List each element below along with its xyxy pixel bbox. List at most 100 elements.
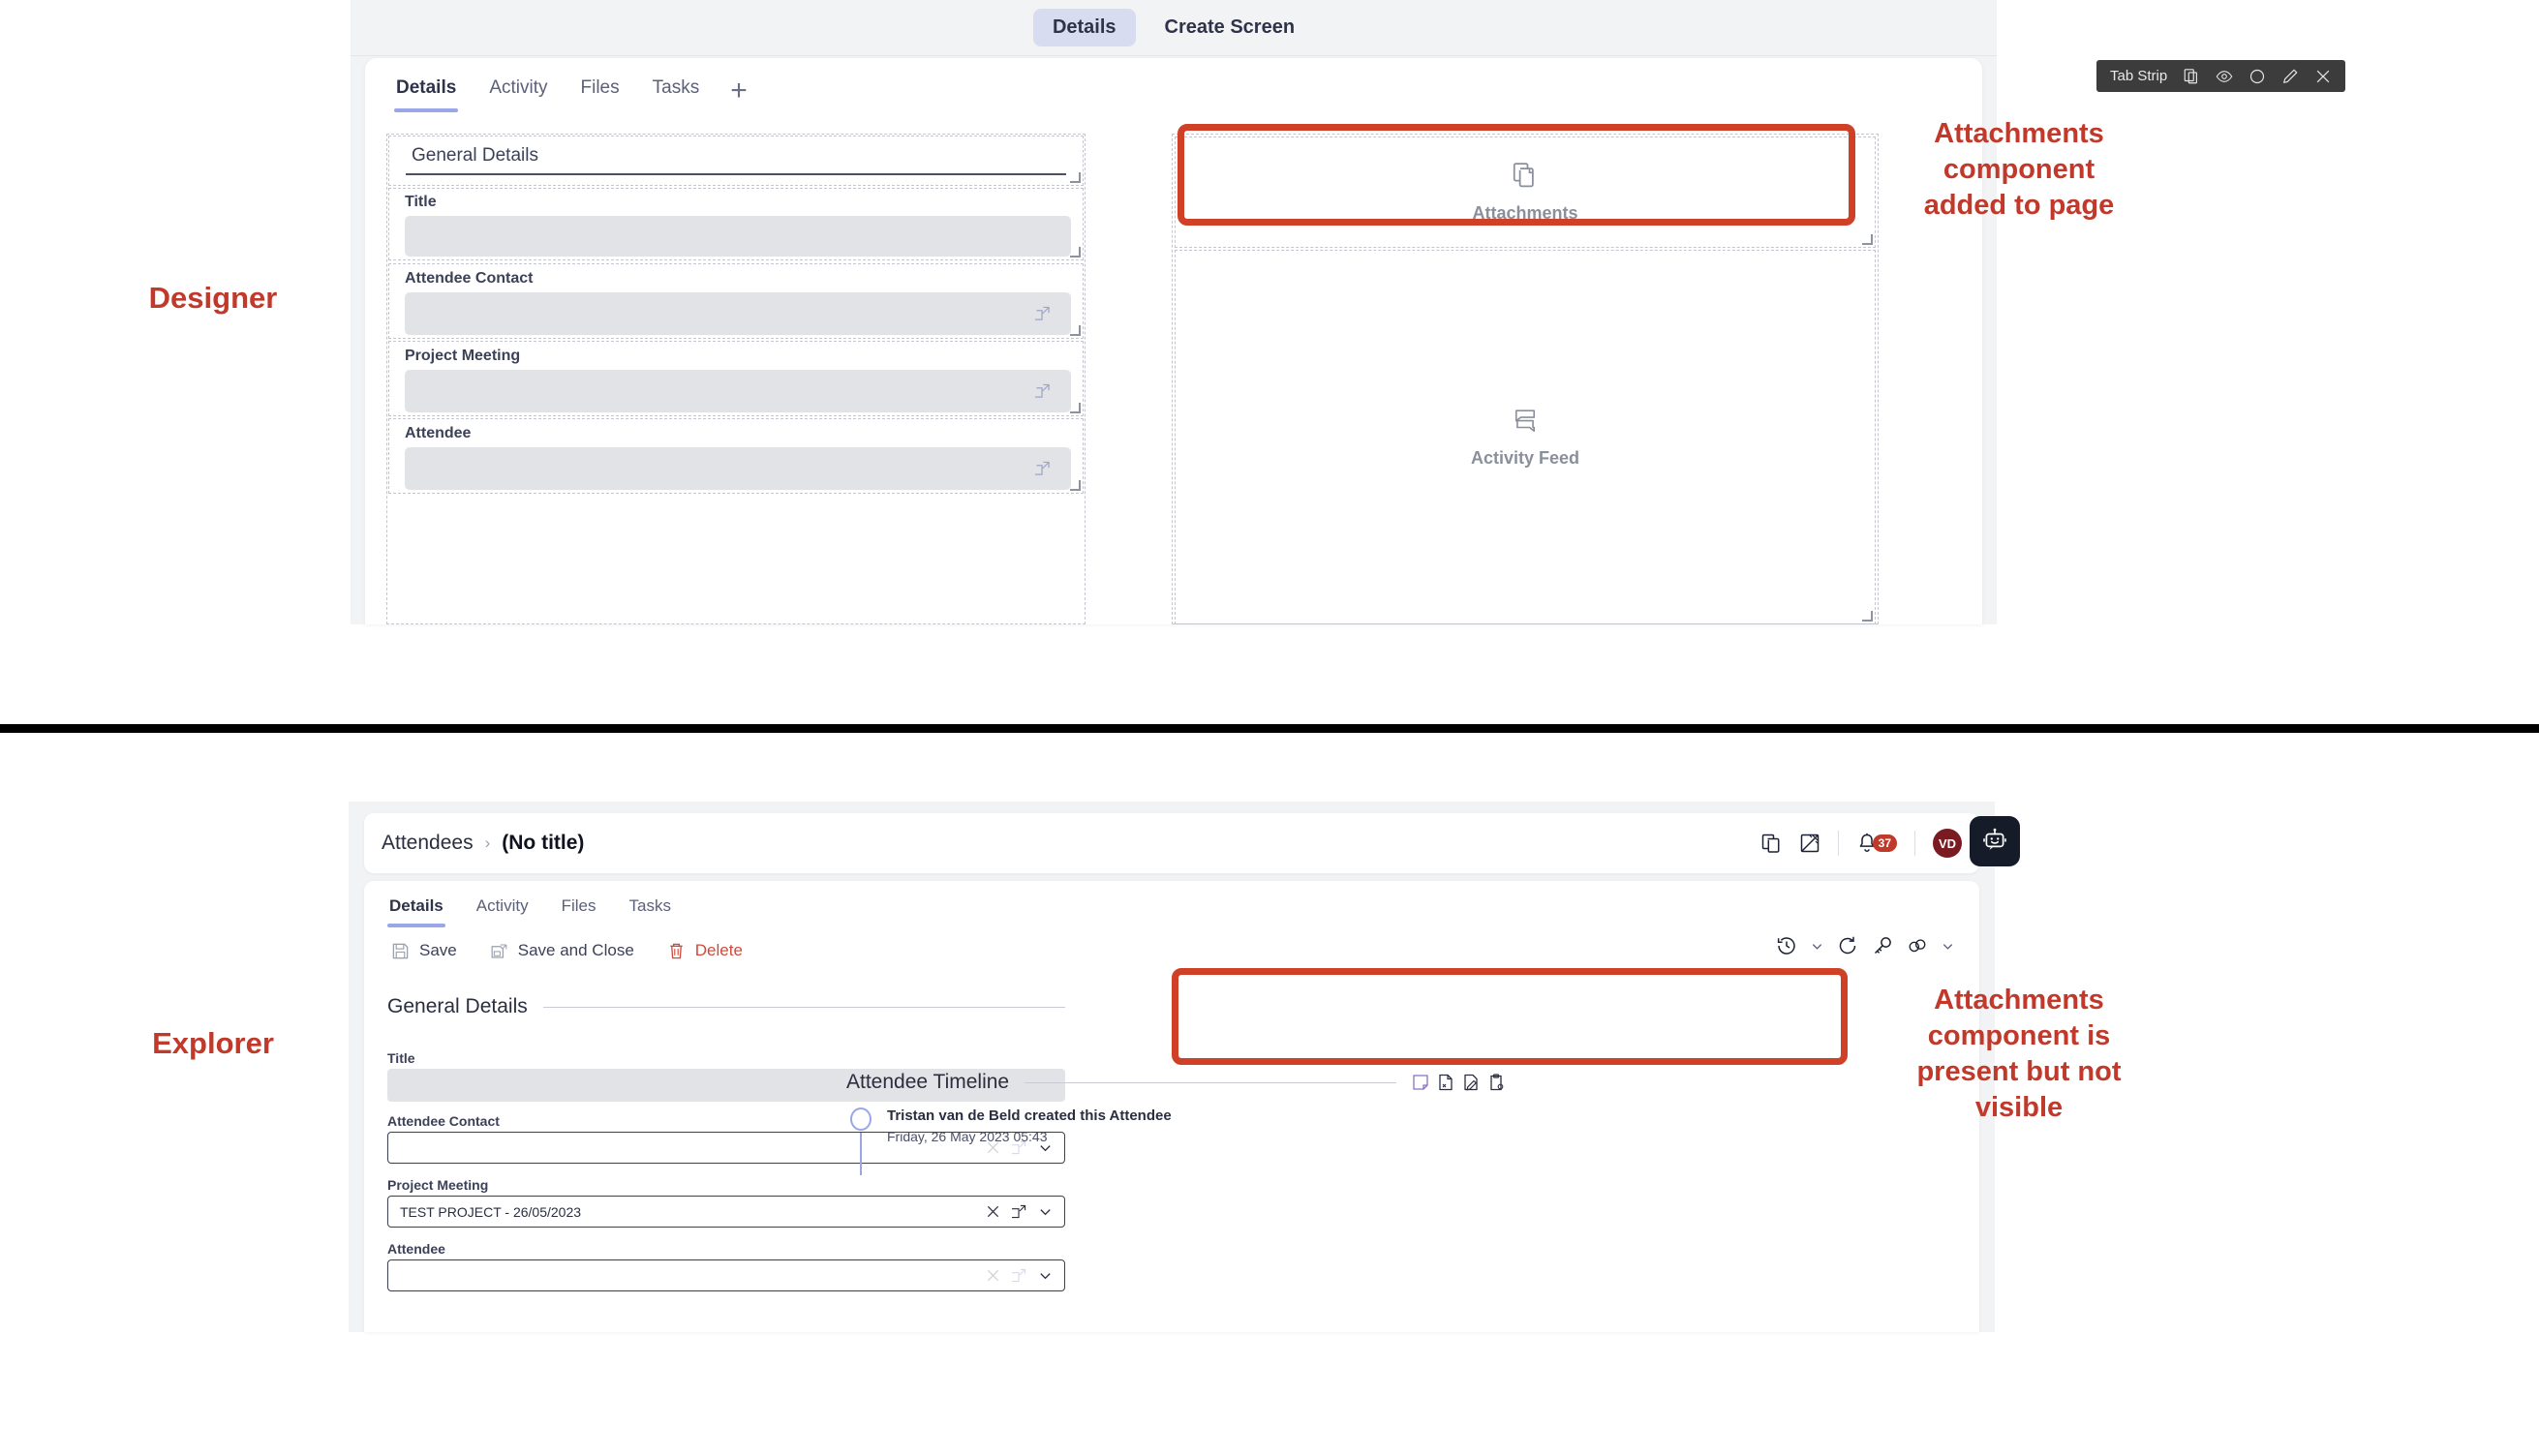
explorer-field-label-project-meeting: Project Meeting bbox=[387, 1177, 489, 1193]
timeline-entry: Tristan van de Beld created this Attende… bbox=[850, 1107, 1431, 1175]
explorer-header-actions: 37 VD bbox=[1760, 829, 1962, 858]
history-icon[interactable] bbox=[1776, 935, 1797, 956]
resize-handle[interactable] bbox=[1070, 325, 1081, 336]
designer-activity-feed-label: Activity Feed bbox=[1470, 448, 1580, 468]
explorer-tab-activity[interactable]: Activity bbox=[474, 893, 531, 927]
key-icon[interactable] bbox=[1872, 935, 1893, 956]
chevron-right-icon: › bbox=[484, 834, 491, 852]
clear-icon[interactable] bbox=[986, 1204, 1000, 1219]
explorer-section-label: Explorer bbox=[152, 1026, 274, 1060]
open-record-icon[interactable] bbox=[1035, 383, 1050, 399]
duplicate-icon[interactable] bbox=[2183, 68, 2200, 85]
designer-field-input-attendee-contact[interactable] bbox=[405, 292, 1071, 335]
explorer-stage: Attendees › (No title) 37 VD Details Act… bbox=[349, 802, 2020, 1332]
designer-activity-feed-component[interactable]: Activity Feed bbox=[1175, 250, 1876, 624]
bot-assistant-button[interactable] bbox=[1970, 816, 2020, 866]
ruler-pencil-icon[interactable] bbox=[1799, 833, 1820, 854]
designer-tab-tasks[interactable]: Tasks bbox=[651, 72, 702, 112]
delete-label: Delete bbox=[694, 941, 743, 959]
links-icon[interactable] bbox=[1907, 935, 1928, 956]
designer-attachments-component[interactable]: Attachments bbox=[1175, 136, 1876, 248]
clipboard-icon[interactable] bbox=[1487, 1074, 1505, 1091]
explorer-annotation-line-3: present but not bbox=[1916, 1056, 2122, 1088]
explorer-tab-tasks[interactable]: Tasks bbox=[627, 893, 673, 927]
circle-icon[interactable] bbox=[2248, 68, 2266, 85]
explorer-annotation-line-2: component is bbox=[1927, 1020, 2111, 1052]
open-record-icon[interactable] bbox=[1012, 1204, 1026, 1219]
designer-canvas: Details Activity Files Tasks + General D… bbox=[365, 58, 1982, 624]
eye-icon[interactable] bbox=[2216, 68, 2233, 85]
explorer-tabstrip: Details Activity Files Tasks bbox=[387, 893, 673, 927]
designer-annotation-line-3: added to page bbox=[1923, 190, 2115, 222]
explorer-field-input-attendee[interactable] bbox=[387, 1259, 1065, 1291]
explorer-timeline-header: Attendee Timeline bbox=[846, 1071, 1505, 1094]
edit-doc-icon[interactable] bbox=[1462, 1074, 1480, 1091]
explorer-header: Attendees › (No title) 37 VD bbox=[364, 813, 2020, 873]
designer-stage: Details Create Screen Details Activity F… bbox=[351, 0, 2346, 624]
resize-handle[interactable] bbox=[1070, 480, 1081, 491]
resize-handle[interactable] bbox=[1070, 403, 1081, 413]
timeline-dot-icon bbox=[850, 1107, 872, 1131]
refresh-icon[interactable] bbox=[1837, 935, 1858, 956]
designer-tab-files[interactable]: Files bbox=[579, 72, 622, 112]
note-icon[interactable] bbox=[1412, 1074, 1429, 1091]
screenshot-root: Designer Details Create Screen Details A… bbox=[0, 0, 2539, 1456]
designer-topbar-tab-details[interactable]: Details bbox=[1032, 9, 1136, 46]
explorer-field-label-attendee: Attendee bbox=[387, 1241, 445, 1257]
save-and-close-button[interactable]: Save and Close bbox=[490, 941, 634, 960]
designer-annotation-line-1: Attachments bbox=[1934, 118, 2104, 149]
save-button[interactable]: Save bbox=[391, 941, 457, 960]
tab-strip-toolbar[interactable]: Tab Strip bbox=[2096, 60, 2346, 92]
clear-icon[interactable] bbox=[986, 1268, 1000, 1283]
avatar[interactable]: VD bbox=[1933, 829, 1962, 858]
open-record-icon[interactable] bbox=[1035, 306, 1050, 321]
timeline-toolbar bbox=[1412, 1074, 1505, 1091]
resize-handle[interactable] bbox=[1070, 172, 1081, 183]
pencil-icon[interactable] bbox=[2281, 68, 2299, 85]
explorer-tab-files[interactable]: Files bbox=[560, 893, 598, 927]
designer-tab-details[interactable]: Details bbox=[394, 72, 459, 112]
chevron-down-icon[interactable] bbox=[1038, 1204, 1053, 1219]
explorer-tab-details[interactable]: Details bbox=[387, 893, 445, 927]
designer-field-input-project-meeting[interactable] bbox=[405, 370, 1071, 412]
designer-section-label: Designer bbox=[148, 281, 278, 315]
project-meeting-value: TEST PROJECT - 26/05/2023 bbox=[400, 1203, 582, 1220]
timeline-rule bbox=[1025, 1081, 1396, 1083]
copy-icon[interactable] bbox=[1760, 833, 1782, 854]
breadcrumb-root[interactable]: Attendees bbox=[382, 832, 474, 855]
open-record-icon[interactable] bbox=[1035, 461, 1050, 476]
chevron-down-icon[interactable] bbox=[1942, 940, 1954, 953]
explorer-right-tools bbox=[1776, 935, 1954, 956]
timeline-entry-title: Tristan van de Beld created this Attende… bbox=[887, 1107, 1172, 1124]
chevron-down-icon[interactable] bbox=[1811, 940, 1823, 953]
copy-documents-icon bbox=[1513, 163, 1534, 188]
delete-button[interactable]: Delete bbox=[667, 941, 743, 960]
bot-icon bbox=[1983, 828, 2006, 851]
chat-bubbles-icon bbox=[1514, 410, 1536, 432]
close-icon[interactable] bbox=[2314, 68, 2332, 85]
designer-field-input-title[interactable] bbox=[405, 216, 1071, 257]
explorer-field-input-project-meeting[interactable]: TEST PROJECT - 26/05/2023 bbox=[387, 1196, 1065, 1228]
designer-annotation-line-2: component bbox=[1942, 154, 2095, 186]
notifications[interactable]: 37 bbox=[1856, 833, 1897, 854]
explorer-annotation-line-4: visible bbox=[1974, 1092, 2064, 1124]
open-record-icon[interactable] bbox=[1012, 1268, 1026, 1283]
breadcrumb-current: (No title) bbox=[502, 832, 585, 854]
resize-handle[interactable] bbox=[1070, 247, 1081, 258]
designer-topbar-tab-create-screen[interactable]: Create Screen bbox=[1146, 9, 1315, 46]
tab-strip-toolbar-label: Tab Strip bbox=[2110, 68, 2168, 84]
designer-section-title: General Details bbox=[412, 145, 538, 166]
explorer-field-label-title: Title bbox=[387, 1050, 415, 1066]
save-and-close-icon bbox=[491, 944, 507, 958]
timeline-connector bbox=[860, 1133, 862, 1175]
trash-icon bbox=[670, 943, 683, 958]
chevron-down-icon[interactable] bbox=[1038, 1268, 1053, 1283]
designer-tab-activity[interactable]: Activity bbox=[487, 72, 549, 112]
new-doc-icon[interactable] bbox=[1437, 1074, 1454, 1091]
save-label: Save bbox=[419, 941, 457, 959]
designer-field-input-attendee[interactable] bbox=[405, 447, 1071, 490]
designer-form-tabstrip: Details Activity Files Tasks + bbox=[394, 72, 748, 112]
timeline-title: Attendee Timeline bbox=[846, 1071, 1010, 1093]
designer-add-tab-button[interactable]: + bbox=[730, 76, 748, 112]
save-icon bbox=[392, 943, 409, 958]
